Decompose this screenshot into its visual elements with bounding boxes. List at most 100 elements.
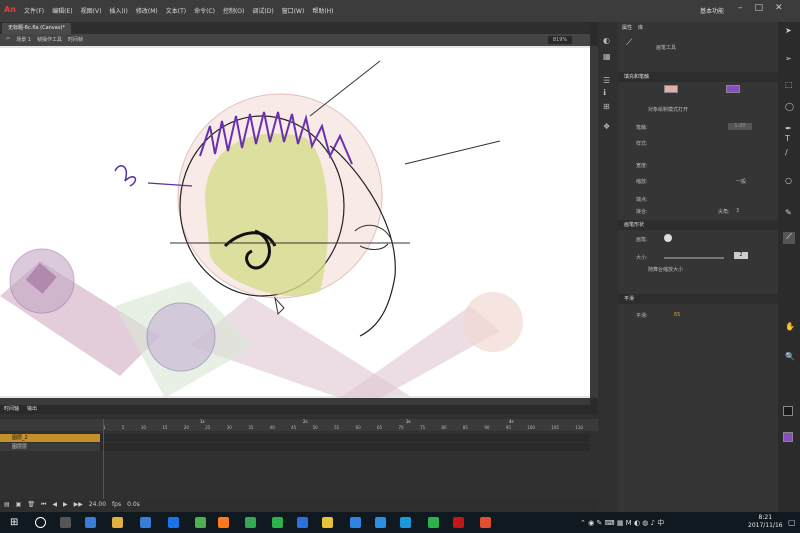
step-forward-icon[interactable]: ▶▶: [74, 499, 83, 511]
pencil-tool-icon[interactable]: ✎: [785, 208, 792, 217]
menu-modify[interactable]: 修改(M): [136, 6, 158, 15]
rewind-icon[interactable]: ⏮: [41, 499, 46, 511]
maximize-icon[interactable]: □: [755, 3, 764, 13]
edge-icon[interactable]: [168, 517, 179, 528]
tab-properties[interactable]: 属性: [622, 24, 632, 34]
step-back-icon[interactable]: ◀: [52, 499, 57, 511]
file-explorer-icon[interactable]: [112, 517, 123, 528]
menu-window[interactable]: 窗口(W): [282, 6, 305, 15]
hand-tool-icon[interactable]: ✋: [785, 322, 795, 331]
breadcrumb-item[interactable]: 帧操作工具: [37, 36, 62, 43]
windows-taskbar: ⊞ ⌃ ◉ ✎ ⌨ ▦ M ◐ ◍ ♪ 中 8:21 2017/11/16 ▢: [0, 512, 800, 533]
notes-app-icon[interactable]: [322, 517, 333, 528]
uwp-app-icon[interactable]: [350, 517, 361, 528]
close-icon[interactable]: ✕: [775, 3, 783, 13]
round-brush-icon[interactable]: [664, 234, 672, 242]
slides-app-icon[interactable]: [480, 517, 491, 528]
tab-library[interactable]: 库: [638, 24, 643, 34]
stroke-field[interactable]: 1.00: [728, 123, 752, 130]
minimize-icon[interactable]: –: [738, 3, 743, 13]
menu-help[interactable]: 帮助(H): [312, 6, 333, 15]
design-app-icon[interactable]: [375, 517, 386, 528]
breadcrumb-item[interactable]: 时间帧: [68, 36, 83, 43]
play-icon[interactable]: ▶: [63, 499, 68, 511]
frame-track[interactable]: [100, 434, 590, 442]
layer-row[interactable]: 图层层: [0, 443, 100, 451]
menu-control[interactable]: 控制(O): [223, 6, 244, 15]
text-tool-icon[interactable]: T: [785, 134, 790, 143]
chrome-icon[interactable]: [245, 517, 256, 528]
vertical-scrollbar[interactable]: [590, 46, 598, 398]
swatches-icon[interactable]: ▦: [603, 52, 611, 61]
new-layer-icon[interactable]: ▤: [4, 499, 10, 511]
task-view-icon[interactable]: [60, 517, 71, 528]
menu-insert[interactable]: 插入(I): [109, 6, 127, 15]
info-icon[interactable]: ℹ: [603, 88, 606, 97]
code-app-icon[interactable]: [428, 517, 439, 528]
fps-value[interactable]: 24.00: [89, 499, 106, 511]
scale-label: 缩放:: [636, 179, 648, 185]
firefox-icon[interactable]: [218, 517, 229, 528]
new-folder-icon[interactable]: ▣: [16, 499, 22, 511]
browser-icon[interactable]: [195, 517, 206, 528]
store-icon[interactable]: [140, 517, 151, 528]
components-icon[interactable]: ❖: [603, 122, 610, 131]
document-tab[interactable]: 无标题-6c.fla (Canvas)*: [2, 23, 71, 34]
brush-tool-icon[interactable]: ⟋: [783, 232, 795, 244]
scale-with-stage-checkbox[interactable]: 随舞台缩放大小: [648, 266, 683, 273]
color-icon[interactable]: ◐: [603, 36, 610, 45]
stroke-color-well[interactable]: [783, 406, 793, 416]
notification-icon[interactable]: ▢: [788, 518, 796, 527]
align-icon[interactable]: ☰: [603, 76, 610, 85]
tab-timeline[interactable]: 时间轴: [4, 405, 19, 414]
wechat-icon[interactable]: [272, 517, 283, 528]
windows-start-icon[interactable]: ⊞: [10, 517, 21, 528]
selection-tool-icon[interactable]: ➤: [785, 26, 792, 35]
zoom-tool-icon[interactable]: 🔍: [785, 352, 795, 361]
delete-icon[interactable]: 🗑: [27, 499, 35, 511]
menu-commands[interactable]: 命令(C): [194, 6, 215, 15]
playhead[interactable]: [103, 419, 104, 505]
tab-output[interactable]: 输出: [27, 405, 37, 414]
search-icon[interactable]: [35, 517, 46, 528]
menu-view[interactable]: 视图(V): [81, 6, 102, 15]
stage-canvas[interactable]: [0, 46, 590, 398]
drawing-canvas[interactable]: [0, 46, 590, 398]
animate-app-icon[interactable]: [453, 517, 464, 528]
transform-tool-icon[interactable]: ⬚: [785, 80, 793, 89]
layer-row[interactable]: 图层_2: [0, 434, 100, 442]
menu-debug[interactable]: 调试(D): [252, 6, 273, 15]
horizontal-scrollbar[interactable]: [0, 398, 590, 405]
back-arrow-icon[interactable]: ⇦: [6, 36, 10, 43]
size-field[interactable]: 2: [734, 252, 748, 259]
scene-label[interactable]: 场景 1: [16, 36, 31, 43]
video-app-icon[interactable]: [297, 517, 308, 528]
cloud-app-icon[interactable]: [400, 517, 411, 528]
smoothing-value[interactable]: 65: [674, 312, 680, 318]
oval-tool-icon[interactable]: ○: [785, 176, 792, 185]
section-smoothing[interactable]: 平滑: [618, 294, 778, 304]
fill-color-well[interactable]: [783, 432, 793, 442]
frame-track[interactable]: [100, 443, 590, 451]
miter-value[interactable]: 3: [736, 208, 739, 214]
app-icon-pinwheel[interactable]: [85, 517, 96, 528]
size-slider[interactable]: [664, 257, 724, 259]
menu-edit[interactable]: 编辑(E): [52, 6, 72, 15]
fill-color-swatch[interactable]: [726, 85, 740, 93]
subselect-tool-icon[interactable]: ➢: [785, 54, 792, 63]
object-draw-label[interactable]: 对象绘制模式打开: [648, 106, 688, 113]
workspace-switcher[interactable]: 基本功能: [700, 6, 724, 15]
menu-text[interactable]: 文本(T): [166, 6, 186, 15]
section-fill-stroke[interactable]: 填充和笔触: [618, 72, 778, 82]
transform-icon[interactable]: ⊞: [603, 102, 610, 111]
pen-tool-icon[interactable]: ✒: [785, 124, 792, 133]
system-clock[interactable]: 8:21 2017/11/16: [748, 514, 783, 530]
section-brush-shape[interactable]: 画笔形状: [618, 220, 778, 230]
line-tool-icon[interactable]: /: [785, 148, 788, 157]
tray-icons[interactable]: ⌃ ◉ ✎ ⌨ ▦ M ◐ ◍ ♪ 中: [580, 518, 664, 528]
stroke-color-swatch[interactable]: [664, 85, 678, 93]
frame-ruler[interactable]: 1s 2s 3s 4s 1 5 10 15 20 25 30 35 40 45 …: [0, 419, 598, 431]
zoom-field[interactable]: 819%: [548, 36, 572, 44]
lasso-tool-icon[interactable]: ◯: [785, 102, 794, 111]
menu-file[interactable]: 文件(F): [24, 6, 44, 15]
